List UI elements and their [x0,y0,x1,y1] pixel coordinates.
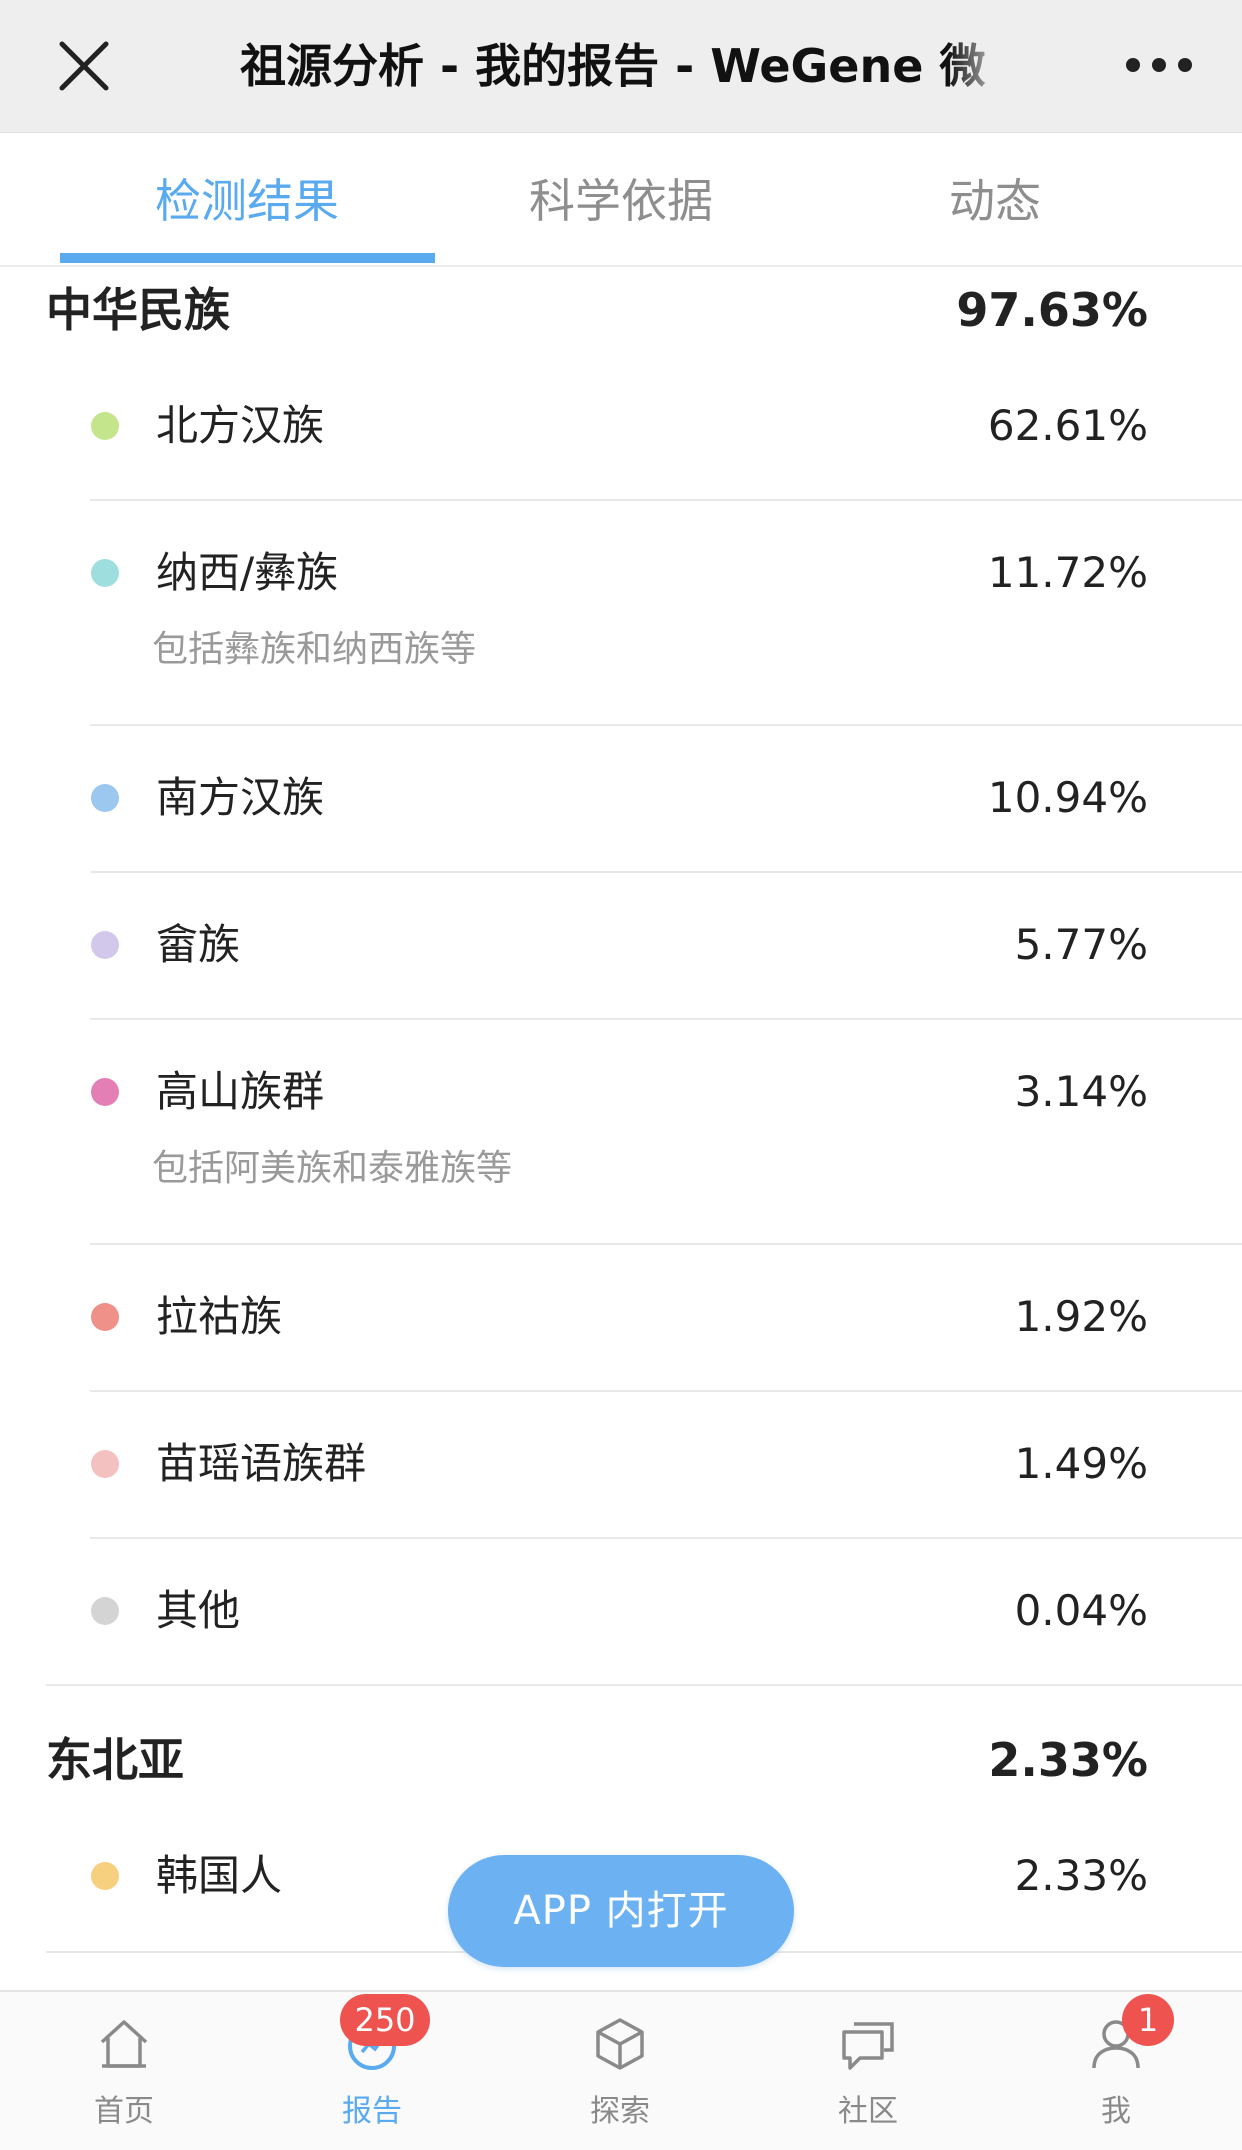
ancestry-percent: 11.72% [987,548,1148,597]
divider [90,499,1242,501]
ancestry-percent: 2.33% [1014,1851,1148,1900]
color-dot [91,1597,119,1625]
group-header: 东北亚 2.33% [46,1728,1148,1792]
bottom-tab-label: 报告 [342,2094,402,2129]
ancestry-percent: 0.04% [1014,1586,1148,1635]
ancestry-label: 拉祜族 [156,1292,283,1341]
ancestry-label: 韩国人 [156,1851,283,1900]
ancestry-label: 苗瑶语族群 [156,1439,367,1488]
ancestry-label: 纳西/彝族 [156,548,339,597]
color-dot [91,1303,119,1331]
ancestry-description: 包括彝族和纳西族等 [152,629,477,670]
bottom-tab-me[interactable]: 1 我 [992,1992,1240,2150]
bottom-tab-explore[interactable]: 探索 [496,1992,744,2150]
divider [90,1243,1242,1245]
bottom-tab-home[interactable]: 首页 [0,1992,248,2150]
group-header: 中华民族 97.63% [46,278,1148,342]
color-dot [91,1078,119,1106]
ancestry-percent: 10.94% [987,773,1148,822]
divider [90,724,1242,726]
bottom-tab-community[interactable]: 社区 [744,1992,992,2150]
color-dot [91,1862,119,1890]
close-icon[interactable] [56,38,112,94]
bottom-tab-bar: 首页 250 报告 探索 社区 1 我 [0,1990,1242,2150]
bottom-tab-label: 社区 [838,2094,898,2129]
color-dot [91,1450,119,1478]
tab-bar: 检测结果 科学依据 动态 [0,133,1242,267]
tab-updates[interactable]: 动态 [808,169,1182,233]
ancestry-label: 南方汉族 [156,773,325,822]
more-options-icon[interactable] [1126,56,1192,76]
color-dot [91,559,119,587]
divider [46,1684,1242,1686]
group-percent: 2.33% [988,1733,1148,1787]
cube-icon [592,2016,648,2072]
divider [90,1390,1242,1392]
ancestry-description: 包括阿美族和泰雅族等 [152,1148,513,1189]
active-tab-indicator [60,253,435,263]
ancestry-label: 北方汉族 [156,401,325,450]
divider [90,1018,1242,1020]
page-title: 祖源分析 - 我的报告 - WeGene 微 [240,39,986,93]
divider [90,871,1242,873]
bottom-tab-report[interactable]: 250 报告 [248,1992,496,2150]
chat-icon [840,2016,896,2072]
group-name: 中华民族 [46,283,230,337]
color-dot [91,412,119,440]
ancestry-percent: 1.92% [1014,1292,1148,1341]
group-name: 东北亚 [46,1733,184,1787]
open-in-app-button[interactable]: APP 内打开 [448,1855,794,1967]
ancestry-percent: 62.61% [987,401,1148,450]
bottom-tab-label: 我 [1101,2094,1131,2129]
group-percent: 97.63% [956,283,1148,337]
bottom-tab-label: 首页 [94,2094,154,2129]
color-dot [91,784,119,812]
ancestry-label: 高山族群 [156,1067,325,1116]
divider [90,1537,1242,1539]
ancestry-percent: 5.77% [1014,920,1148,969]
tab-results[interactable]: 检测结果 [60,169,434,233]
navigation-bar: 祖源分析 - 我的报告 - WeGene 微 [0,0,1242,133]
bottom-tab-label: 探索 [590,2094,650,2129]
home-icon [96,2016,152,2072]
ancestry-percent: 3.14% [1014,1067,1148,1116]
ancestry-label: 畲族 [156,920,241,969]
ancestry-label: 其他 [156,1586,241,1635]
report-badge: 250 [340,1994,430,2046]
me-badge: 1 [1122,1994,1174,2046]
tab-science[interactable]: 科学依据 [434,169,808,233]
color-dot [91,931,119,959]
ancestry-percent: 1.49% [1014,1439,1148,1488]
